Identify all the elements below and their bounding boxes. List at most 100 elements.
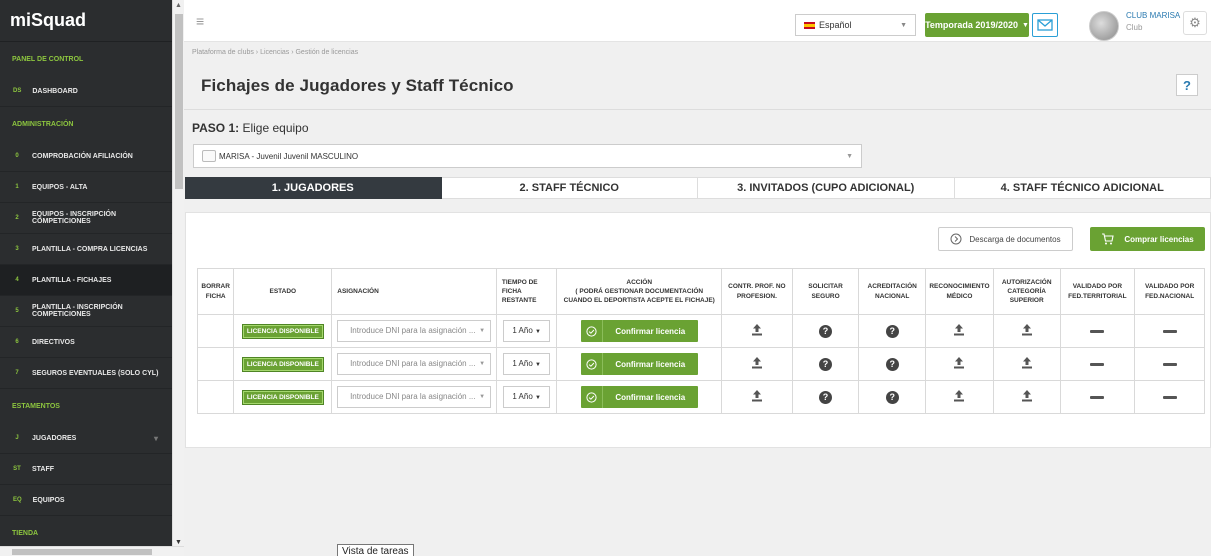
language-select[interactable]: Español ▼ [795,14,916,36]
spain-flag-icon [804,21,815,29]
question-circle-icon[interactable]: ? [819,324,833,338]
duration-select[interactable]: 1 Año ▼ [503,353,551,375]
upload-icon[interactable] [1020,389,1034,403]
sidebar-item[interactable]: 0 COMPROBACIÓN AFILIACIÓN [0,141,172,172]
tab-invitados[interactable]: 3. INVITADOS (CUPO ADICIONAL) [698,177,955,199]
question-circle-icon[interactable]: ? [819,357,833,371]
validated-territorial-cell [1059,314,1136,348]
sidebar-item[interactable]: 3 PLANTILLA - COMPRA LICENCIAS [0,234,172,265]
confirm-license-button[interactable]: Confirmar licencia [580,320,698,342]
assignment-cell: Introduce DNI para la asignación ... ▼ [331,314,497,348]
sidebar-item-badge: Eq [13,497,22,503]
scroll-up-arrow-icon[interactable]: ▲ [175,2,182,9]
validated-national-cell [1134,314,1205,348]
sidebar-item[interactable]: 1 EQUIPOS - ALTA [0,172,172,203]
mail-button[interactable] [1032,13,1058,37]
dni-input[interactable]: Introduce DNI para la asignación ... ▼ [337,353,492,375]
sidebar-item-label: DASHBOARD [32,87,78,95]
upload-icon[interactable] [952,323,966,337]
question-circle-icon[interactable]: ? [885,324,899,338]
delete-cell [196,314,235,348]
chevron-down-icon: ▼ [846,152,853,160]
confirm-license-button[interactable]: Confirmar licencia [580,386,698,408]
header-action: ACCIÓN( PODRÁ GESTIONAR DOCUMENTACIÓN CU… [556,268,723,315]
help-button[interactable]: ? [1176,74,1198,96]
duration-select[interactable]: 1 Año ▼ [503,386,551,408]
duration-value: 1 Año [512,392,533,401]
table-body: LICENCIA DISPONIBLE Introduce DNI para la… [196,314,1205,414]
contract-cell [721,314,793,348]
question-circle-icon[interactable]: ? [885,390,899,404]
question-circle-icon[interactable]: ? [819,390,833,404]
club-role: Club [1126,23,1143,32]
dni-input[interactable]: Introduce DNI para la asignación ... ▼ [337,320,492,342]
status-cell: LICENCIA DISPONIBLE [233,380,333,414]
breadcrumb[interactable]: Plataforma de clubs › Licencias › Gestió… [192,49,358,56]
upload-icon[interactable] [952,356,966,370]
sidebar-item[interactable]: St STAFF [0,454,172,485]
sidebar-item[interactable]: Eq EQUIPOS [0,485,172,516]
buy-licenses-button[interactable]: Comprar licencias [1090,227,1205,251]
status-badge: LICENCIA DISPONIBLE [241,389,324,405]
scrollbar-thumb[interactable] [175,14,183,189]
divider [184,109,1211,110]
sidebar-item-label: JUGADORES [32,434,77,442]
dni-placeholder: Introduce DNI para la asignación ... [350,326,476,335]
scroll-down-arrow-icon[interactable]: ▼ [175,539,182,546]
upload-icon[interactable] [750,323,764,337]
sidebar-section-label: ESTAMENTOS [12,402,60,410]
brand-logo[interactable]: miSquad [0,0,172,42]
hamburger-menu-icon[interactable]: ≡ [196,13,204,29]
club-avatar[interactable] [1089,11,1119,41]
contract-cell [721,347,793,381]
tab-jugadores[interactable]: 1. JUGADORES [185,177,442,199]
caret-down-icon: ▼ [479,361,486,367]
tab-staff-tecnico[interactable]: 2. STAFF TÉCNICO [441,177,698,199]
settings-gear-icon[interactable]: ⚙ [1183,11,1207,35]
sidebar-item-label: PLANTILLA - FICHAJES [32,276,112,284]
dash-icon [1090,329,1105,333]
licenses-panel: Descarga de documentos Comprar licencias… [185,212,1211,448]
language-label: Español [819,20,852,30]
tab-staff-tecnico-adicional[interactable]: 4. STAFF TÉCNICO ADICIONAL [954,177,1211,199]
sidebar-item[interactable]: 7 SEGUROS EVENTUALES (SOLO CYL) [0,358,172,389]
hscroll-thumb[interactable] [12,549,152,555]
authorization-cell [992,347,1061,381]
upload-icon[interactable] [1020,356,1034,370]
question-circle-icon[interactable]: ? [885,357,899,371]
sidebar-item[interactable]: J JUGADORES ▾ [0,423,172,454]
header-insurance: SOLICITAR SEGURO [791,268,860,315]
upload-icon[interactable] [750,389,764,403]
sidebar-item[interactable]: Ds DASHBOARD [0,76,172,107]
table-row: LICENCIA DISPONIBLE Introduce DNI para la… [196,380,1205,414]
confirm-license-button[interactable]: Confirmar licencia [580,353,698,375]
horizontal-scrollbar[interactable] [0,546,184,556]
team-select[interactable]: MARISA - Juvenil Juvenil MASCULINO ▼ [193,144,862,168]
upload-icon[interactable] [1020,323,1034,337]
duration-select[interactable]: 1 Año ▼ [503,320,551,342]
chevron-down-icon[interactable]: ▾ [154,434,158,443]
sidebar-item[interactable]: 5 PLANTILLA - INSCRIPCIÓN COMPETICIONES [0,296,172,327]
download-documents-label: Descarga de documentos [969,234,1061,244]
dash-icon [1090,362,1105,366]
upload-icon[interactable] [952,389,966,403]
sidebar-item[interactable]: 6 DIRECTIVOS [0,327,172,358]
dni-input[interactable]: Introduce DNI para la asignación ... ▼ [337,386,492,408]
club-name[interactable]: CLUB MARISA [1126,11,1180,20]
season-button[interactable]: Temporada 2019/2020 ▼ [925,13,1029,37]
table-row: LICENCIA DISPONIBLE Introduce DNI para la… [196,347,1205,381]
header-delete: BORRAR FICHA [196,268,235,315]
action-cell: Confirmar licencia [556,347,723,381]
sidebar-item-badge: 2 [15,215,19,221]
taskview-tooltip: Vista de tareas [337,544,414,556]
check-circle-icon [581,353,603,375]
action-cell: Confirmar licencia [556,314,723,348]
upload-icon[interactable] [750,356,764,370]
sidebar-item[interactable]: 2 EQUIPOS - INSCRIPCIÓN COMPETICIONES [0,203,172,234]
header-contract: CONTR. PROF. NO PROFESION. [721,268,793,315]
download-documents-button[interactable]: Descarga de documentos [938,227,1073,251]
sidebar-item[interactable]: 4 PLANTILLA - FICHAJES [0,265,172,296]
accreditation-cell: ? [858,380,927,414]
sidebar-item-label: EQUIPOS - INSCRIPCIÓN COMPETICIONES [32,211,117,225]
sidebar-scrollbar[interactable]: ▲ ▼ [172,0,184,556]
